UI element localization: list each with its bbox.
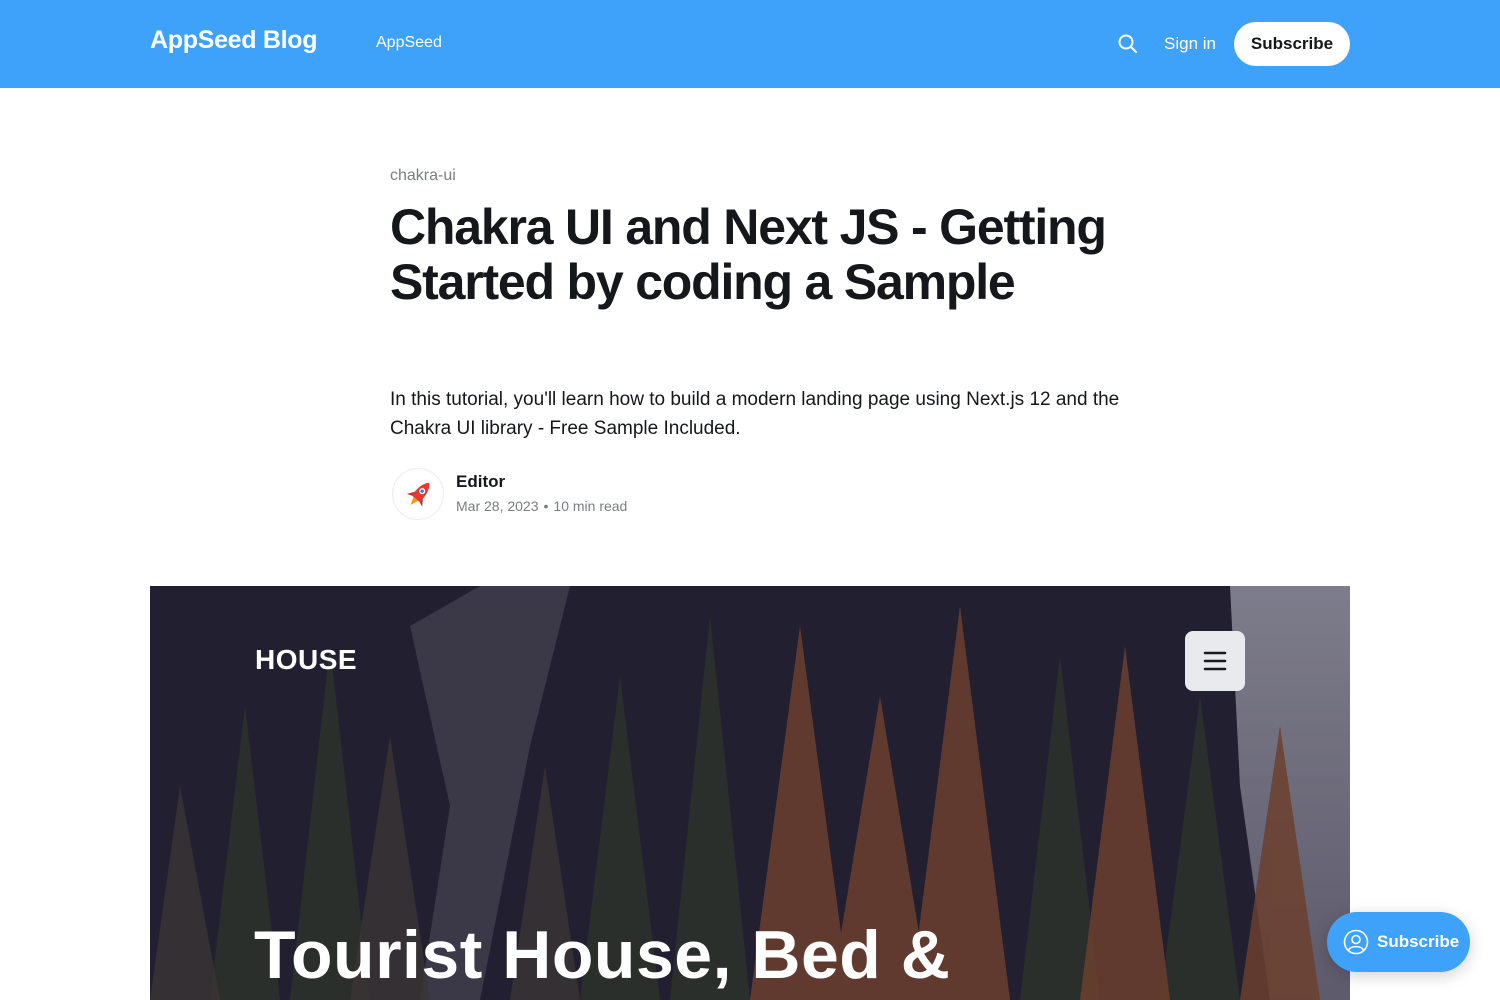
house-logo: HOUSE [255,644,358,675]
article-excerpt: In this tutorial, you'll learn how to bu… [390,389,1120,439]
site-brand-link[interactable]: AppSeed Blog [150,26,318,55]
subscribe-button[interactable]: Subscribe [1234,22,1350,66]
meta-separator: • [543,498,549,514]
publish-date: Mar 28, 2023 [456,498,539,514]
read-time: 10 min read [553,498,628,514]
nav-link-appseed[interactable]: AppSeed [376,34,442,52]
search-button[interactable] [1116,32,1140,56]
portal-subscribe-label: Subscribe [1377,932,1460,951]
site-header: AppSeed Blog AppSeed Sign in Subscribe [0,0,1500,88]
rocket-icon [406,482,430,507]
author-name[interactable]: Editor [456,472,505,492]
article-title: Chakra UI and Next JS - Getting Started … [390,199,1107,310]
hamburger-menu-button [1185,631,1245,691]
author-avatar[interactable] [392,468,444,520]
sign-in-link[interactable]: Sign in [1164,34,1216,54]
article-meta: Mar 28, 2023 • 10 min read [456,498,627,514]
user-circle-icon [1343,929,1369,955]
feature-image: HOUSE Tourist House, Bed & [150,586,1350,1000]
portal-subscribe-button[interactable]: Subscribe [1327,912,1470,972]
search-icon [1118,34,1137,53]
hamburger-menu-icon [1203,651,1227,671]
feature-headline: Tourist House, Bed & [254,917,951,993]
article-tag-link[interactable]: chakra-ui [390,167,456,185]
